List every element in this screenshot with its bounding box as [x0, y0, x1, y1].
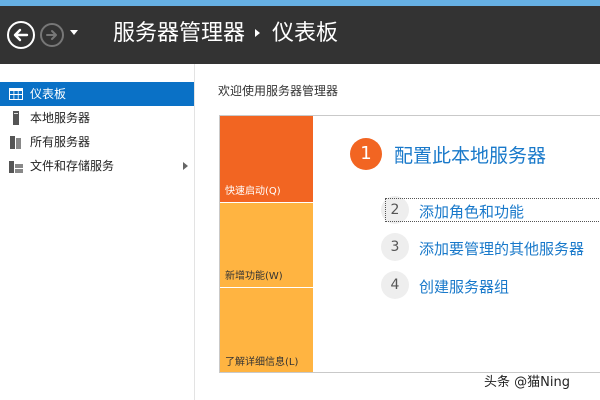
sidebar-item-label: 仪表板: [30, 87, 67, 101]
welcome-panel: 快速启动(Q) 新增功能(W) 了解详细信息(L) 1 配置此本地服务器 2 添…: [219, 115, 600, 373]
tile-label: 新增功能(W): [225, 271, 283, 282]
sidebar-item-local-server[interactable]: 本地服务器: [0, 106, 194, 130]
sidebar-item-dashboard[interactable]: 仪表板: [0, 82, 194, 106]
sidebar-item-label: 所有服务器: [30, 135, 91, 149]
tile-quick-start[interactable]: 快速启动(Q): [220, 116, 313, 202]
server-icon: [13, 111, 19, 125]
tile-learn-more[interactable]: 了解详细信息(L): [220, 287, 313, 372]
step-number-badge: 1: [350, 138, 382, 170]
breadcrumb-current: 仪表板: [272, 21, 339, 46]
tile-whats-new[interactable]: 新增功能(W): [220, 202, 313, 287]
sidebar-item-file-storage[interactable]: 文件和存储服务: [0, 154, 194, 178]
forward-button[interactable]: [40, 23, 64, 47]
task-link[interactable]: 添加角色和功能: [419, 201, 524, 222]
tile-label: 了解详细信息(L): [225, 357, 299, 368]
breadcrumb-root[interactable]: 服务器管理器: [113, 21, 245, 46]
history-dropdown-icon[interactable]: [70, 30, 78, 35]
storage-icon: [9, 161, 23, 173]
welcome-heading: 欢迎使用服务器管理器: [218, 84, 339, 98]
breadcrumb-separator-icon: [255, 29, 261, 37]
task-link[interactable]: 添加要管理的其他服务器: [419, 238, 584, 259]
breadcrumb: 服务器管理器 仪表板: [113, 20, 338, 48]
arrow-left-icon: [13, 28, 29, 42]
title-bar: 服务器管理器 仪表板: [0, 6, 600, 64]
sidebar-item-label: 文件和存储服务: [30, 159, 115, 173]
sidebar-divider: [194, 64, 195, 400]
task-create-server-group[interactable]: 4 创建服务器组: [381, 271, 600, 299]
chevron-right-icon[interactable]: [183, 162, 188, 170]
sidebar: 仪表板 本地服务器 所有服务器 文件和存储服务: [0, 82, 194, 178]
configure-local-server-link[interactable]: 配置此本地服务器: [394, 141, 546, 168]
watermark: 头条 @猫Ning: [484, 375, 570, 390]
tile-label: 快速启动(Q): [225, 186, 281, 197]
task-number: 3: [381, 233, 409, 261]
servers-icon: [10, 136, 21, 149]
task-add-servers[interactable]: 3 添加要管理的其他服务器: [381, 233, 600, 261]
arrow-right-icon: [46, 30, 57, 40]
task-number: 4: [381, 271, 409, 299]
task-link[interactable]: 创建服务器组: [419, 276, 509, 297]
back-button[interactable]: [7, 21, 35, 49]
sidebar-item-label: 本地服务器: [30, 111, 91, 125]
task-add-roles[interactable]: 2 添加角色和功能: [381, 196, 600, 224]
dashboard-icon: [9, 88, 23, 100]
sidebar-item-all-servers[interactable]: 所有服务器: [0, 130, 194, 154]
